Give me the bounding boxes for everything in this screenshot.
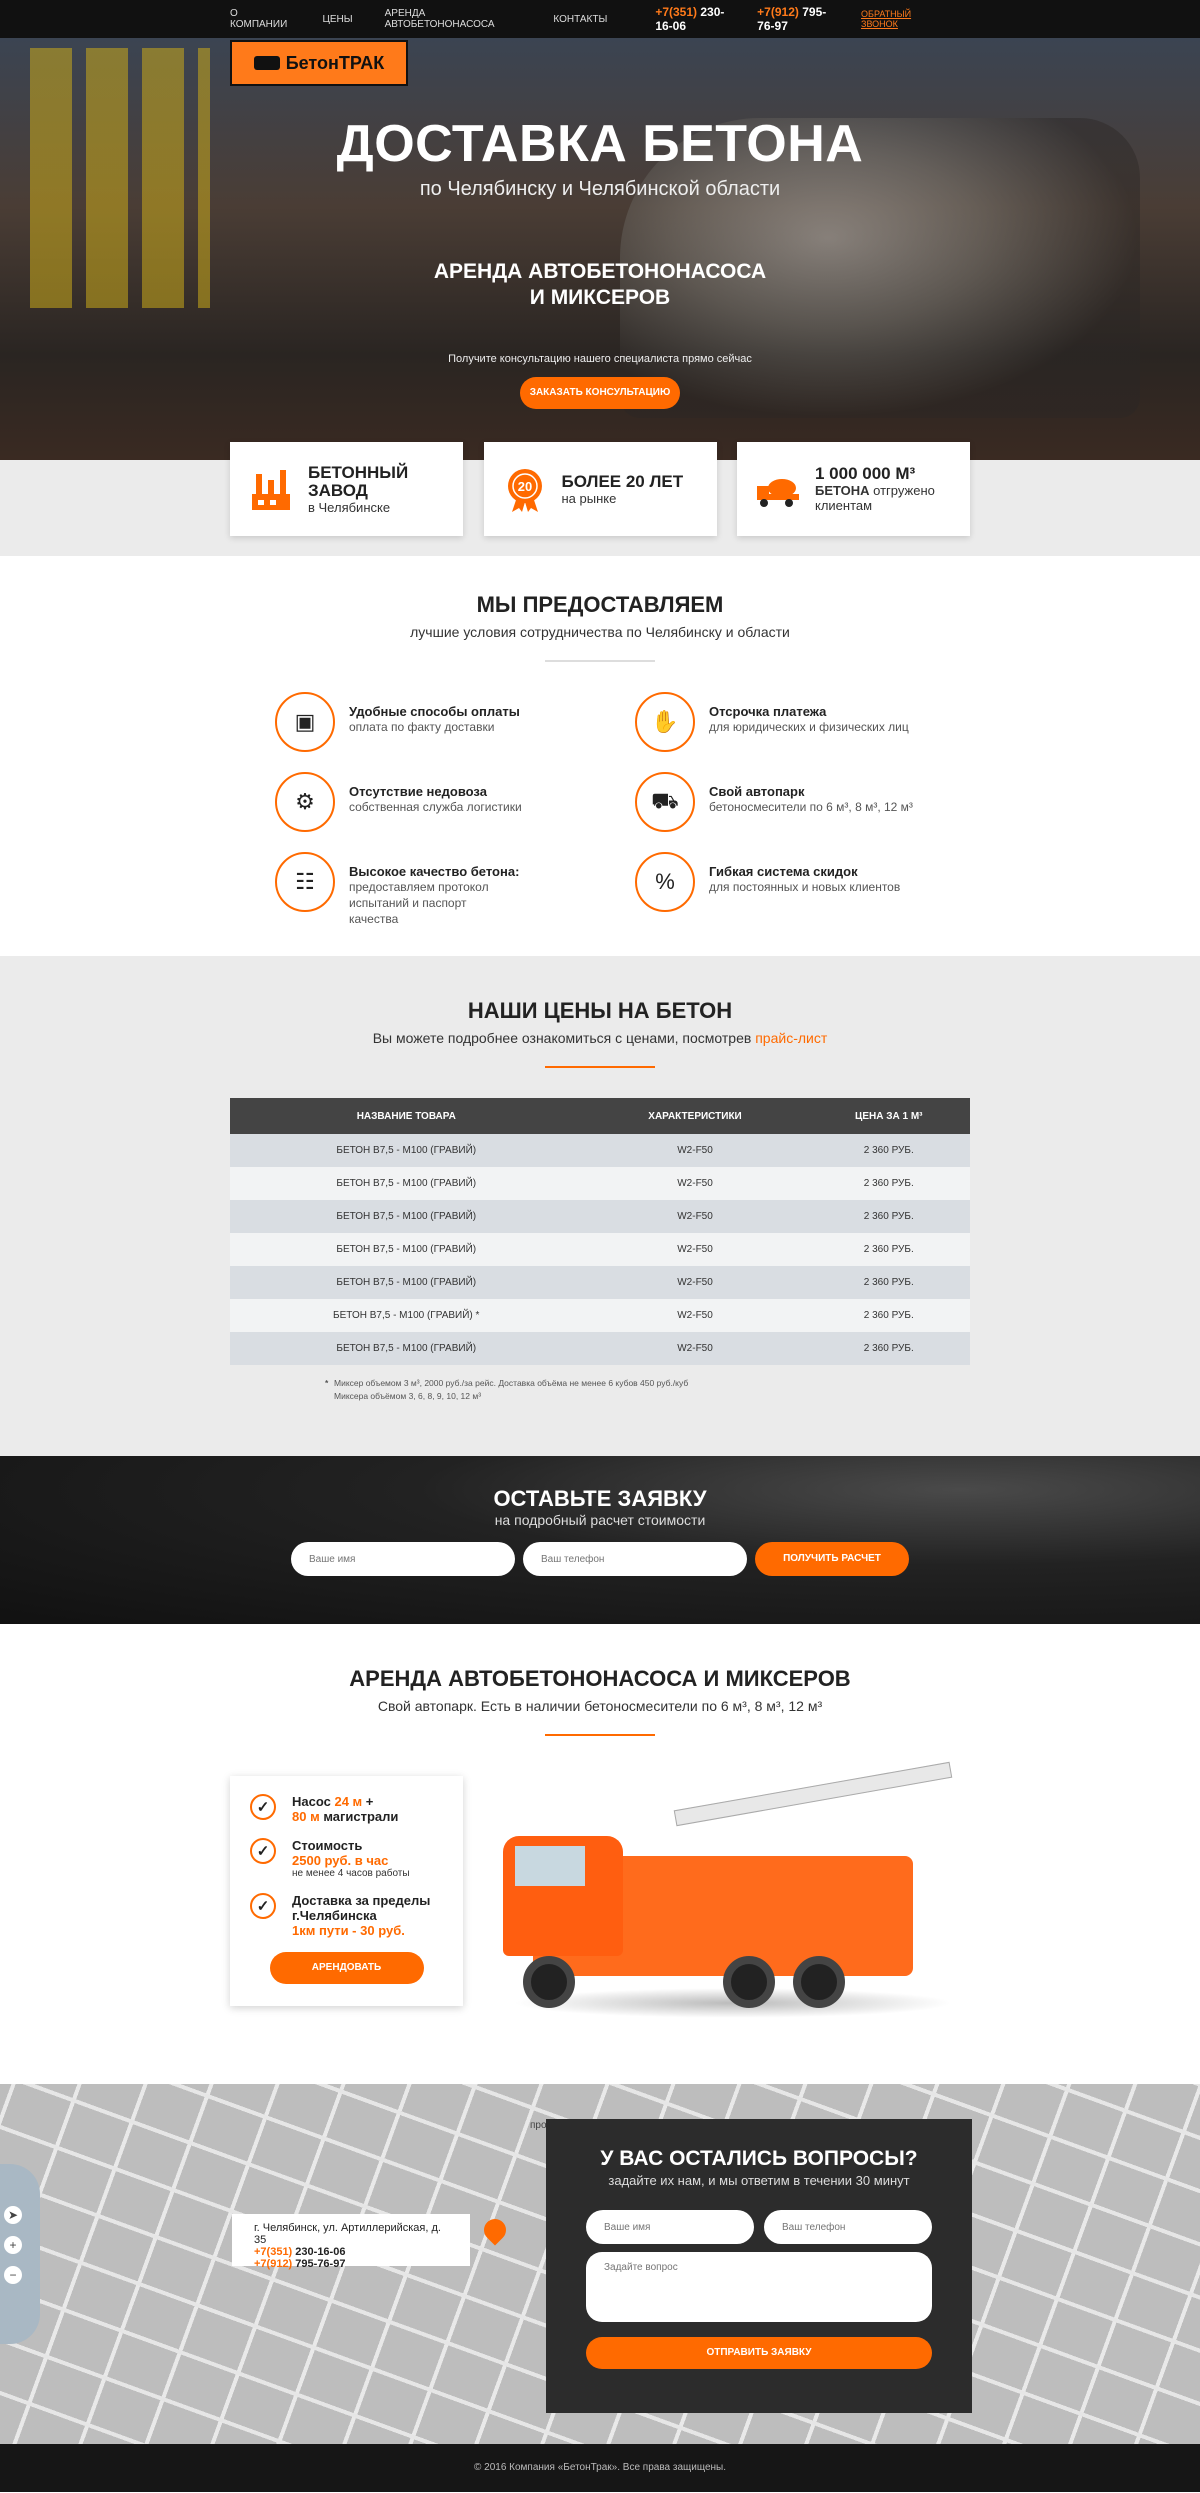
price-table: Название товара Характеристики Цена за 1…	[230, 1098, 970, 1365]
benefit-quality: ☷ Высокое качество бетона: предоставляем п…	[275, 852, 635, 927]
hero-heading: АРЕНДА АВТОБЕТОНОНАСОСА И МИКСЕРОВ	[433, 260, 767, 309]
divider	[545, 660, 655, 662]
contact-section: просп. Победы ➤ + − г. Челябинск, ул. Ар…	[0, 2084, 1200, 2444]
col-name: Название товара	[230, 1098, 583, 1134]
benefit-fleet: ⛟ Свой автопарк бетоносмесители по 6 м³, 8…	[635, 772, 925, 832]
top-nav: О компании Цены Аренда автобетононасоса …	[0, 0, 1200, 38]
svg-text:20: 20	[517, 479, 531, 494]
nav-contacts[interactable]: Контакты	[553, 14, 607, 25]
check-icon: ✓	[250, 1838, 276, 1864]
phone-2[interactable]: +7(912) 795-76-97	[757, 5, 843, 33]
header-phones: +7(351) 230-16-06 +7(912) 795-76-97 Обра…	[639, 5, 970, 33]
rent-section: АРЕНДА АВТОБЕТОНОНАСОСА И МИКСЕРОВ Свой …	[0, 1624, 1200, 2084]
request-title: ОСТАВЬТЕ ЗАЯВКУ	[493, 1486, 707, 1511]
hero-subtitle: по Челябинску и Челябинской области	[419, 178, 781, 200]
address-card: г. Челябинск, ул. Артиллерийская, д. 35 …	[232, 2214, 470, 2270]
feature-factory: БЕТОННЫЙ ЗАВОД в Челябинске	[230, 442, 463, 536]
badge-20-icon: 20	[507, 469, 542, 512]
price-list-link[interactable]: прайс-лист	[755, 1030, 827, 1046]
divider	[545, 1066, 655, 1068]
provide-section: МЫ ПРЕДОСТАВЛЯЕМ лучшие условия сотрудни…	[0, 556, 1200, 956]
question-textarea[interactable]	[586, 2252, 932, 2322]
questions-subtitle: задайте их нам, и мы ответим в течении 3…	[608, 2173, 910, 2188]
table-row: Бетон В7,5 - М100 (гравий) W2-F50 2 360 ру…	[230, 1332, 970, 1365]
table-row: Бетон В7,5 - М100 (гравий) W2-F50 2 360 ру…	[230, 1167, 970, 1200]
col-spec: Характеристики	[582, 1098, 808, 1134]
factory-icon	[252, 470, 290, 510]
feature-volume: 1 000 000 м³ БЕТОНА отгружено клиентам	[737, 442, 970, 536]
footer: © 2016 Компания «БетонТрак». Все права з…	[0, 2444, 1200, 2492]
benefit-discounts: % Гибкая система скидок для постоянных и н…	[635, 852, 925, 927]
callback-link[interactable]: Обратный звонок	[861, 9, 938, 29]
get-estimate-button[interactable]: Получить расчет	[755, 1542, 909, 1576]
clipboard-icon: ☷	[275, 852, 335, 912]
map-controls: ➤ + −	[4, 2206, 22, 2296]
table-row: Бетон В7,5 - М100 (гравий) * W2-F50 2 360 …	[230, 1299, 970, 1332]
zoom-out-icon[interactable]: −	[4, 2266, 22, 2284]
table-row: Бетон В7,5 - М100 (гравий) W2-F50 2 360 ру…	[230, 1266, 970, 1299]
zoom-in-icon[interactable]: +	[4, 2236, 22, 2254]
consult-button[interactable]: Заказать консультацию	[520, 377, 680, 409]
contact-name-input[interactable]	[586, 2210, 754, 2244]
provide-title: МЫ ПРЕДОСТАВЛЯЕМ	[476, 592, 724, 617]
table-row: Бетон В7,5 - М100 (гравий) W2-F50 2 360 ру…	[230, 1134, 970, 1167]
wallet-icon: ▣	[275, 692, 335, 752]
rent-card: ✓ Насос 24 м +80 м магистрали ✓ Стоимость 2…	[230, 1776, 463, 2006]
request-subtitle: на подробный расчет стоимости	[494, 1512, 706, 1528]
percent-icon: %	[635, 852, 695, 912]
globe-gear-icon: ⚙	[275, 772, 335, 832]
price-note: * Миксер объемом 3 м³, 2000 руб./за рейс.…	[325, 1378, 689, 1401]
prices-subtitle: Вы можете подробнее ознакомиться с ценам…	[372, 1030, 828, 1046]
prices-section: НАШИ ЦЕНЫ НА БЕТОН Вы можете подробнее о…	[0, 956, 1200, 1456]
features: БЕТОННЫЙ ЗАВОД в Челябинске 20 БОЛЕЕ 20 ЛЕ…	[0, 442, 1200, 556]
send-request-button[interactable]: Отправить заявку	[586, 2337, 932, 2369]
hand-money-icon: ✋	[635, 692, 695, 752]
rent-title: АРЕНДА АВТОБЕТОНОНАСОСА И МИКСЕРОВ	[349, 1666, 851, 1691]
phone-1[interactable]: +7(351) 230-16-06	[655, 5, 741, 33]
divider	[545, 1734, 655, 1736]
benefit-logistics: ⚙ Отсутствие недовоза собственная служба л…	[275, 772, 635, 832]
benefit-payment: ▣ Удобные способы оплаты оплата по факту д…	[275, 692, 635, 752]
truck-icon: ⛟	[635, 772, 695, 832]
table-row: Бетон В7,5 - М100 (гравий) W2-F50 2 360 ру…	[230, 1233, 970, 1266]
col-price: Цена за 1 м³	[807, 1098, 970, 1134]
rent-subtitle: Свой автопарк. Есть в наличии бетоносмес…	[377, 1698, 823, 1714]
nav-rent[interactable]: Аренда автобетононасоса	[385, 8, 522, 30]
concrete-pump-truck-image	[493, 1761, 963, 2036]
request-phone-input[interactable]	[523, 1542, 747, 1576]
provide-subtitle: лучшие условия сотрудничества по Челябин…	[410, 624, 790, 640]
feature-years: 20 БОЛЕЕ 20 ЛЕТ на рынке	[483, 442, 717, 536]
check-icon: ✓	[250, 1893, 276, 1919]
hero: БетонТРАК ДОСТАВКА БЕТОНА по Челябинску …	[0, 38, 1200, 460]
request-section: ОСТАВЬТЕ ЗАЯВКУ на подробный расчет стои…	[0, 1456, 1200, 1624]
check-icon: ✓	[250, 1794, 276, 1820]
questions-form: У ВАС ОСТАЛИСЬ ВОПРОСЫ? задайте их нам, …	[546, 2119, 972, 2413]
rent-button[interactable]: Арендовать	[269, 1952, 424, 1984]
table-row: Бетон В7,5 - М100 (гравий) W2-F50 2 360 ру…	[230, 1200, 970, 1233]
questions-title: У ВАС ОСТАЛИСЬ ВОПРОСЫ?	[600, 2147, 918, 2170]
contact-phone-input[interactable]	[764, 2210, 932, 2244]
mixer-truck-icon	[757, 479, 799, 507]
request-name-input[interactable]	[291, 1542, 515, 1576]
nav-prices[interactable]: Цены	[322, 14, 352, 25]
hero-title: ДОСТАВКА БЕТОНА	[336, 115, 864, 173]
nav-about[interactable]: О компании	[230, 8, 290, 30]
hero-consult-text: Получите консультацию нашего специалиста…	[448, 353, 752, 365]
prices-title: НАШИ ЦЕНЫ НА БЕТОН	[467, 998, 733, 1023]
locate-icon[interactable]: ➤	[4, 2206, 22, 2224]
benefit-deferral: ✋ Отсрочка платежа для юридических и физич…	[635, 692, 925, 752]
